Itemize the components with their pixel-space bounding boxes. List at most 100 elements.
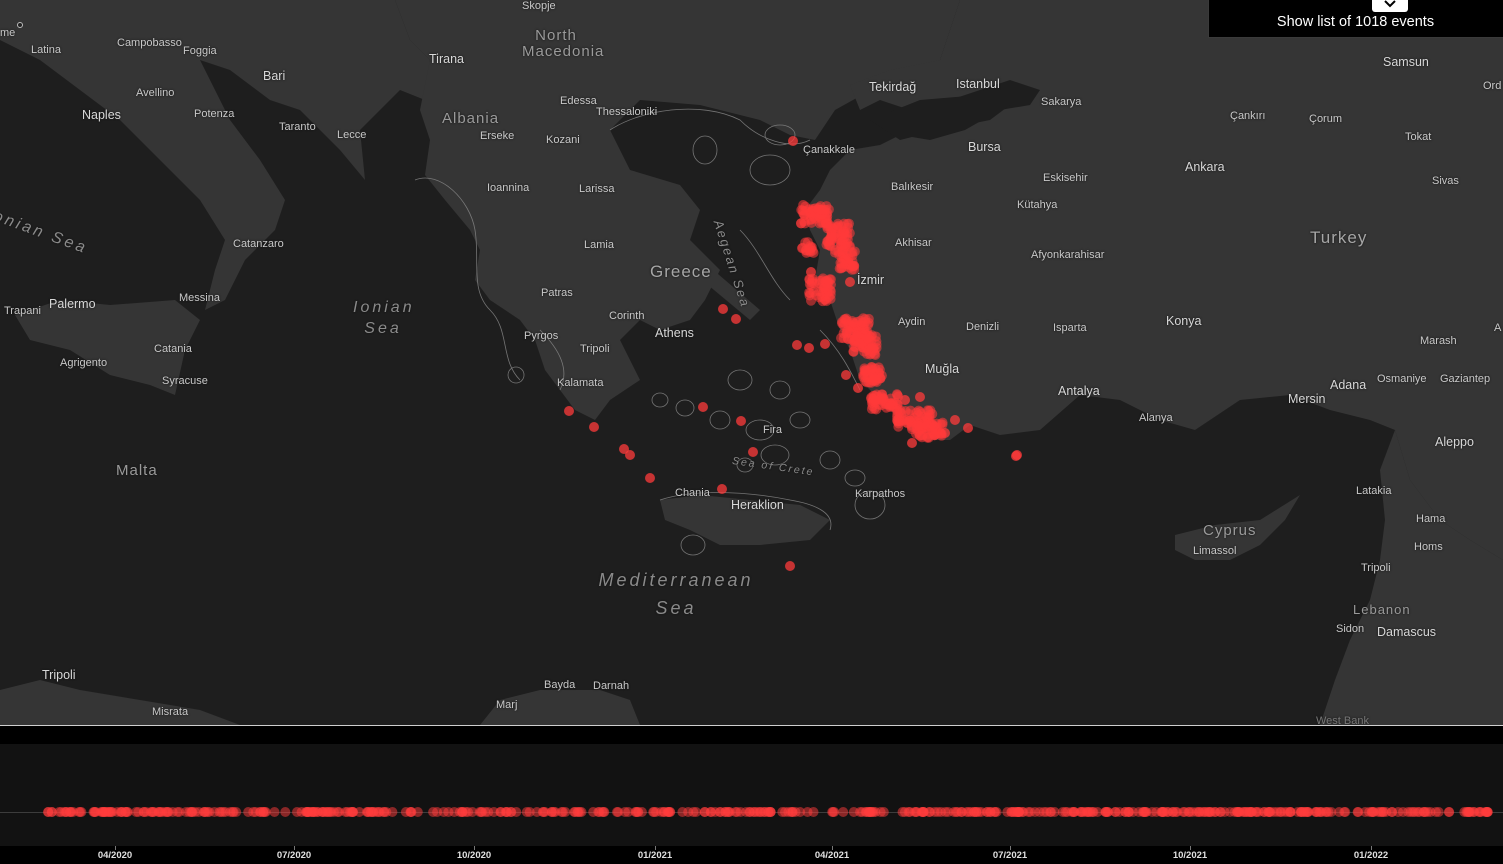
timeline[interactable]: 04/2020 07/2020 10/2020 01/2021 04/2021 07/20… [0, 726, 1503, 864]
timeline-event-mark[interactable] [97, 807, 108, 817]
timeline-event-mark[interactable] [333, 807, 344, 817]
map-canvas[interactable]: me Latina Campobasso Foggia Bari Naples … [0, 0, 1503, 725]
timeline-event-mark[interactable] [432, 807, 443, 817]
timeline-event-mark[interactable] [1352, 807, 1363, 817]
event-point[interactable] [796, 218, 807, 229]
event-point[interactable] [853, 383, 863, 393]
timeline-event-mark[interactable] [1087, 807, 1098, 817]
timeline-event-mark[interactable] [1461, 807, 1472, 817]
event-point[interactable] [717, 484, 727, 494]
timeline-event-mark[interactable] [623, 807, 634, 817]
timeline-event-mark[interactable] [1298, 807, 1309, 817]
event-point[interactable] [821, 296, 832, 307]
event-point[interactable] [870, 349, 881, 360]
event-point[interactable] [718, 304, 728, 314]
event-point[interactable] [748, 447, 758, 457]
event-point[interactable] [564, 406, 574, 416]
event-point[interactable] [788, 136, 798, 146]
timeline-event-mark[interactable] [748, 807, 759, 817]
timeline-event-mark[interactable] [656, 807, 667, 817]
timeline-event-mark[interactable] [1156, 807, 1167, 817]
timeline-event-mark[interactable] [710, 807, 721, 817]
timeline-event-mark[interactable] [406, 807, 417, 817]
timeline-event-mark[interactable] [347, 807, 358, 817]
timeline-event-mark[interactable] [1102, 807, 1113, 817]
event-point[interactable] [798, 200, 809, 211]
event-point[interactable] [806, 267, 816, 277]
timeline-event-mark[interactable] [597, 807, 608, 817]
event-point[interactable] [847, 261, 858, 272]
timeline-event-mark[interactable] [943, 807, 954, 817]
timeline-event-mark[interactable] [258, 807, 269, 817]
timeline-event-mark[interactable] [1167, 807, 1178, 817]
timeline-event-mark[interactable] [699, 807, 710, 817]
timeline-event-mark[interactable] [66, 807, 76, 817]
event-point[interactable] [844, 218, 855, 229]
timeline-event-mark[interactable] [186, 807, 197, 817]
event-point[interactable] [800, 245, 811, 256]
event-point[interactable] [878, 393, 889, 404]
event-point[interactable] [804, 343, 814, 353]
timeline-event-mark[interactable] [248, 807, 259, 817]
timeline-event-mark[interactable] [1138, 807, 1149, 817]
timeline-event-mark[interactable] [1251, 807, 1262, 817]
event-point[interactable] [907, 438, 917, 448]
timeline-event-mark[interactable] [521, 807, 532, 817]
event-point[interactable] [837, 245, 848, 256]
event-point[interactable] [814, 275, 825, 286]
event-point[interactable] [900, 395, 910, 405]
timeline-event-mark[interactable] [457, 807, 468, 817]
event-point[interactable] [792, 340, 802, 350]
timeline-event-mark[interactable] [1202, 807, 1213, 817]
event-point[interactable] [937, 419, 948, 430]
timeline-event-mark[interactable] [1373, 807, 1384, 817]
timeline-event-mark[interactable] [1276, 807, 1287, 817]
timeline-event-mark[interactable] [218, 807, 229, 817]
timeline-event-mark[interactable] [1393, 807, 1404, 817]
timeline-event-mark[interactable] [1315, 807, 1326, 817]
timeline-event-mark[interactable] [231, 807, 242, 817]
timeline-event-mark[interactable] [916, 807, 927, 817]
timeline-event-mark[interactable] [138, 807, 149, 817]
timeline-event-mark[interactable] [313, 807, 323, 817]
event-point[interactable] [826, 232, 837, 243]
timeline-event-mark[interactable] [467, 807, 478, 817]
event-point[interactable] [874, 364, 885, 375]
timeline-event-mark[interactable] [560, 807, 571, 817]
timeline-event-mark[interactable] [269, 807, 280, 817]
event-point[interactable] [940, 428, 950, 438]
event-point[interactable] [841, 370, 851, 380]
timeline-event-mark[interactable] [495, 807, 506, 817]
timeline-event-mark[interactable] [1334, 807, 1345, 817]
event-point[interactable] [1012, 450, 1022, 460]
timeline-event-mark[interactable] [1120, 807, 1131, 817]
timeline-event-mark[interactable] [572, 807, 583, 817]
timeline-event-mark[interactable] [1443, 807, 1454, 817]
timeline-event-mark[interactable] [613, 807, 624, 817]
timeline-event-mark[interactable] [361, 807, 372, 817]
timeline-event-mark[interactable] [724, 807, 735, 817]
event-point[interactable] [963, 423, 973, 433]
event-point[interactable] [820, 204, 831, 215]
timeline-event-mark[interactable] [483, 807, 494, 817]
timeline-event-mark[interactable] [897, 807, 908, 817]
timeline-event-mark[interactable] [116, 807, 127, 817]
timeline-event-mark[interactable] [302, 807, 312, 817]
event-point[interactable] [736, 416, 746, 426]
timeline-event-mark[interactable] [149, 807, 160, 817]
event-point[interactable] [806, 217, 817, 228]
timeline-event-mark[interactable] [827, 807, 838, 817]
timeline-event-mark[interactable] [1049, 807, 1060, 817]
timeline-event-mark[interactable] [1285, 807, 1296, 817]
event-point[interactable] [928, 421, 939, 432]
event-point[interactable] [804, 290, 815, 301]
event-point[interactable] [857, 317, 868, 328]
timeline-event-mark[interactable] [202, 807, 213, 817]
show-events-list-button[interactable]: Show list of 1018 events [1208, 14, 1503, 30]
event-point[interactable] [847, 247, 858, 258]
timeline-event-mark[interactable] [965, 807, 976, 817]
timeline-event-mark[interactable] [379, 807, 390, 817]
event-point[interactable] [589, 422, 599, 432]
event-point[interactable] [913, 420, 924, 431]
timeline-event-mark[interactable] [632, 807, 643, 817]
